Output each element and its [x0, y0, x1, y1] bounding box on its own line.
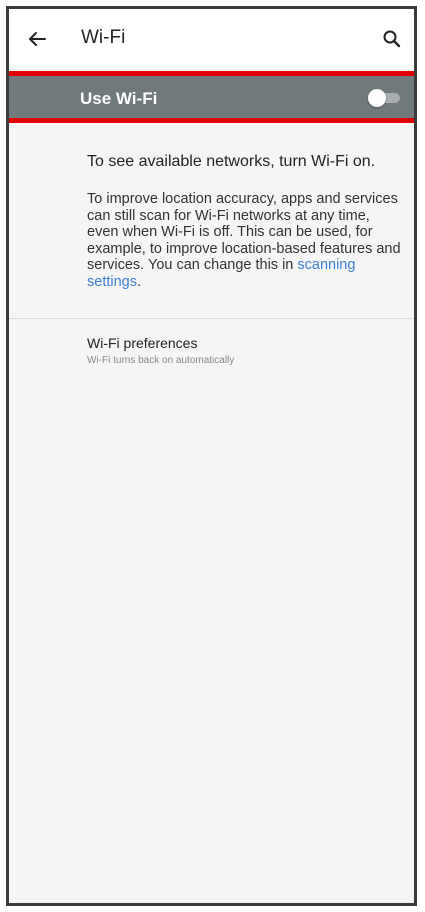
arrow-left-icon[interactable]: [25, 27, 49, 51]
page-title: Wi-Fi: [81, 27, 126, 48]
wifi-preferences-subtitle: Wi-Fi turns back on automatically: [87, 355, 235, 366]
wifi-toggle[interactable]: [368, 89, 402, 107]
app-bar: Wi-Fi: [9, 9, 414, 69]
wifi-preferences-title: Wi-Fi preferences: [87, 335, 198, 351]
phone-screen: Wi-Fi Use Wi-Fi To see available network…: [6, 6, 417, 906]
use-wifi-row[interactable]: Use Wi-Fi: [9, 71, 414, 123]
wifi-off-message: To see available networks, turn Wi-Fi on…: [87, 153, 376, 170]
scanning-note-suffix: .: [136, 273, 142, 290]
wifi-preferences-item[interactable]: Wi-Fi preferences Wi-Fi turns back on au…: [87, 335, 407, 375]
divider: [9, 318, 414, 319]
toggle-thumb: [368, 89, 386, 107]
scanning-note: To improve location accuracy, apps and s…: [87, 191, 405, 290]
use-wifi-label: Use Wi-Fi: [80, 89, 158, 108]
search-icon[interactable]: [380, 27, 404, 51]
